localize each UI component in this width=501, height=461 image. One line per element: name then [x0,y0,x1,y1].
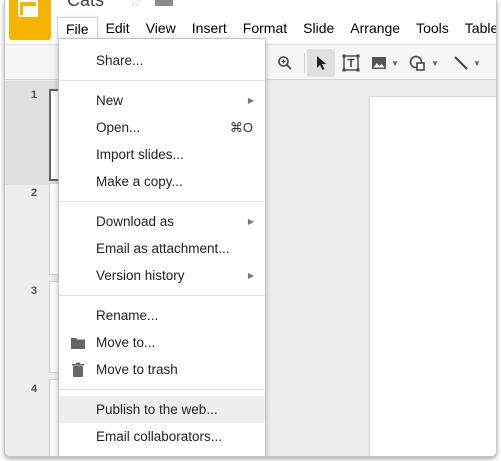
menu-item-label: Move to... [96,335,156,350]
menu-item-label: Email as attachment... [96,241,230,256]
line-button[interactable]: ▼ [447,49,487,77]
zoom-icon [278,56,292,70]
menu-item-label: Email collaborators... [96,429,223,444]
menu-item-make-copy[interactable]: Make a copy... [59,168,265,195]
menu-item-email-attachment[interactable]: Email as attachment... [59,235,265,262]
menubar: File Edit View Insert Format Slide Arran… [57,17,496,39]
trash-icon [72,362,84,377]
menu-table[interactable]: Table [457,17,496,39]
slide-canvas[interactable] [369,96,496,456]
document-title[interactable]: Cats [67,0,104,11]
menu-item-share[interactable]: Share... [59,47,265,74]
menu-file[interactable]: File [57,17,98,39]
slide-number: 1 [31,89,38,101]
file-menu: Share... New ▶ Open... ⌘O Import slides.… [58,38,266,456]
menu-separator [59,201,265,202]
menu-item-label: Share... [96,53,144,68]
submenu-arrow-icon: ▶ [247,96,254,105]
zoom-button[interactable] [271,49,299,77]
menu-separator [59,80,265,81]
line-icon [454,56,468,70]
shape-icon [409,55,425,71]
menu-separator [59,389,265,390]
menu-item-label: Download as [96,214,175,229]
menu-edit[interactable]: Edit [98,17,138,39]
menu-item-publish-web[interactable]: Publish to the web... [59,396,265,423]
shape-dropdown-caret-icon: ▼ [431,58,439,68]
menu-slide[interactable]: Slide [295,17,342,39]
menu-item-rename[interactable]: Rename... [59,302,265,329]
menu-separator [59,295,265,296]
menu-item-label: Version history [96,268,185,283]
select-cursor-icon [317,56,326,70]
folder-icon[interactable] [155,0,173,6]
menu-tools[interactable]: Tools [408,17,457,39]
menu-item-new[interactable]: New ▶ [59,87,265,114]
select-button[interactable] [307,49,335,77]
menu-item-label: Move to trash [96,362,178,377]
slides-logo-icon[interactable] [9,0,51,40]
menu-item-download-as[interactable]: Download as ▶ [59,208,265,235]
menu-item-open[interactable]: Open... ⌘O [59,114,265,141]
app-window: Cats ☆ File Edit View Insert Format Slid… [4,0,497,457]
menu-item-label: Open... [96,120,141,135]
editor-area [246,81,496,456]
submenu-arrow-icon: ▶ [247,271,254,280]
menu-item-move-to-trash[interactable]: Move to trash [59,356,265,383]
menu-item-version-history[interactable]: Version history ▶ [59,262,265,289]
menu-item-label: Make a copy... [96,174,183,189]
image-button[interactable]: ▼ [367,49,403,77]
shortcut-label: ⌘O [229,120,253,135]
menu-arrange[interactable]: Arrange [342,17,408,39]
logo-sheet-front [23,6,38,17]
menu-view[interactable]: View [138,17,184,39]
slide-number: 3 [31,285,38,297]
menu-item-label: Publish to the web... [96,402,218,417]
menu-item-label: Import slides... [96,147,184,162]
menu-item-import-slides[interactable]: Import slides... [59,141,265,168]
shape-button[interactable]: ▼ [405,49,443,77]
slide-number: 4 [31,383,38,395]
submenu-arrow-icon: ▶ [247,217,254,226]
toolbar-divider [304,53,305,73]
folder-icon [71,338,85,349]
menu-format[interactable]: Format [235,17,295,39]
image-icon [372,57,387,69]
line-dropdown-caret-icon: ▼ [473,58,481,68]
image-dropdown-caret-icon: ▼ [391,58,399,68]
star-icon[interactable]: ☆ [129,0,142,10]
menu-item-email-collaborators[interactable]: Email collaborators... [59,423,265,450]
text-box-icon [342,54,360,72]
menu-insert[interactable]: Insert [184,17,235,39]
menu-item-move-to[interactable]: Move to... [59,329,265,356]
slide-number: 2 [31,187,38,199]
menu-item-label: Rename... [96,308,159,323]
text-box-button[interactable] [337,49,365,77]
menu-item-label: New [96,93,124,108]
